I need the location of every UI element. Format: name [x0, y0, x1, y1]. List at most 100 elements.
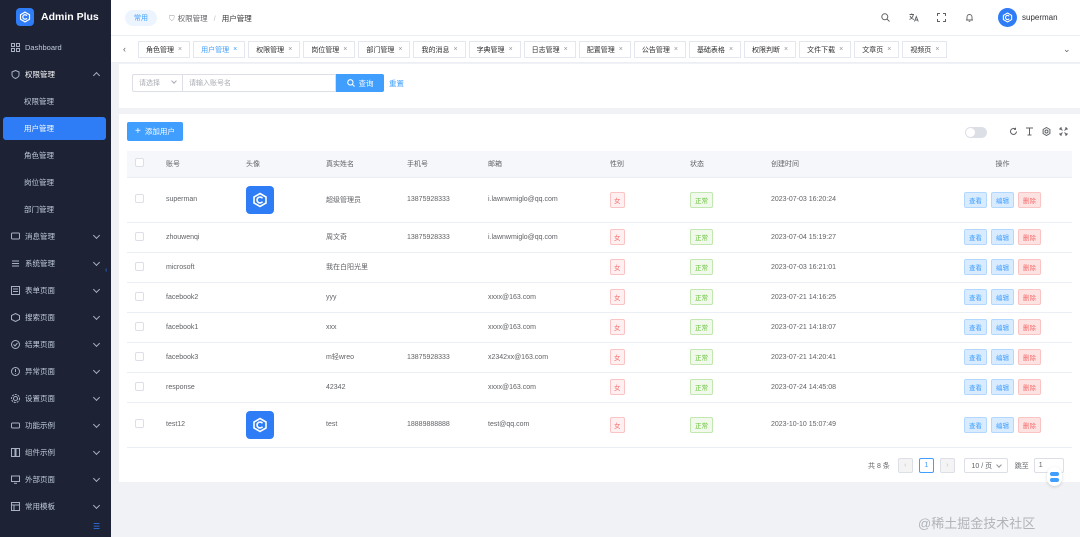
sidebar-item-system[interactable]: 系统管理: [0, 250, 111, 277]
delete-button[interactable]: 删除: [1018, 289, 1041, 305]
close-icon[interactable]: ×: [729, 46, 733, 53]
edit-button[interactable]: 编辑: [991, 229, 1014, 245]
sidebar-item-templates[interactable]: 常用模板: [0, 493, 111, 520]
close-icon[interactable]: ×: [839, 46, 843, 53]
sidebar-item-error-pages[interactable]: 异常页面: [0, 358, 111, 385]
field-select[interactable]: 请选择: [132, 74, 182, 92]
sidebar-item-permission[interactable]: 权限管理: [0, 61, 111, 88]
tab-tag[interactable]: 基础表格 ×: [688, 41, 742, 58]
tab-tag[interactable]: 岗位管理 ×: [303, 41, 356, 58]
delete-button[interactable]: 删除: [1018, 229, 1041, 245]
sidebar-item-messages[interactable]: 消息管理: [0, 223, 111, 250]
sidebar-item-result-pages[interactable]: 结果页面: [0, 331, 111, 358]
prev-page-button[interactable]: ‹: [897, 458, 913, 473]
view-button[interactable]: 查看: [964, 416, 987, 433]
edit-button[interactable]: 编辑: [991, 289, 1014, 305]
sidebar-item-external-pages[interactable]: 外部页面: [0, 466, 111, 493]
edit-button[interactable]: 编辑: [991, 191, 1014, 208]
row-checkbox[interactable]: [135, 231, 144, 241]
row-checkbox[interactable]: [135, 419, 144, 428]
tab-tag[interactable]: 公告管理 ×: [633, 41, 686, 58]
submenu-item-users[interactable]: 用户管理: [3, 117, 106, 140]
bell-icon[interactable]: [963, 11, 976, 24]
tab-tag[interactable]: 权限管理 ×: [248, 41, 301, 58]
row-checkbox[interactable]: [135, 321, 144, 331]
close-icon[interactable]: ×: [887, 46, 891, 53]
tab-tag[interactable]: 部门管理 ×: [358, 41, 411, 58]
sidebar-collapse-handle[interactable]: ‹: [105, 262, 111, 278]
sidebar-item-function-examples[interactable]: 功能示例: [0, 412, 111, 439]
page-size-select[interactable]: 10 / 页: [963, 458, 1008, 473]
close-icon[interactable]: ×: [288, 46, 292, 53]
edit-button[interactable]: 编辑: [991, 416, 1014, 433]
delete-button[interactable]: 删除: [1018, 349, 1041, 365]
edit-button[interactable]: 编辑: [991, 349, 1014, 365]
row-checkbox[interactable]: [135, 351, 144, 361]
delete-button[interactable]: 删除: [1018, 416, 1041, 433]
menu-fold-icon[interactable]: ☰: [93, 522, 100, 531]
fullscreen-icon[interactable]: [1058, 126, 1069, 137]
tab-tag[interactable]: 权限判断 ×: [744, 41, 797, 58]
sidebar-item-search-pages[interactable]: 搜索页面: [0, 304, 111, 331]
edit-button[interactable]: 编辑: [991, 319, 1014, 335]
logo[interactable]: Admin Plus: [0, 0, 111, 34]
close-icon[interactable]: ×: [564, 46, 568, 53]
theme-settings-toggle[interactable]: [1047, 467, 1062, 486]
row-checkbox[interactable]: [135, 291, 144, 301]
tab-tag[interactable]: 日志管理 ×: [523, 41, 576, 58]
submenu-item-posts[interactable]: 岗位管理: [0, 169, 111, 196]
sidebar-item-setting-pages[interactable]: 设置页面: [0, 385, 111, 412]
page-number[interactable]: 1: [918, 458, 934, 473]
view-button[interactable]: 查看: [964, 319, 987, 335]
sidebar-item-forms[interactable]: 表单页面: [0, 277, 111, 304]
close-icon[interactable]: ×: [343, 46, 347, 53]
view-button[interactable]: 查看: [964, 349, 987, 365]
view-button[interactable]: 查看: [964, 259, 987, 275]
close-icon[interactable]: ×: [784, 46, 788, 53]
reset-button[interactable]: 重置: [389, 78, 404, 89]
view-button[interactable]: 查看: [964, 379, 987, 395]
tab-tag[interactable]: 视频页 ×: [902, 41, 948, 58]
close-icon[interactable]: ×: [398, 46, 402, 53]
tab-tag[interactable]: 角色管理 ×: [138, 41, 191, 58]
sidebar-item-dashboard[interactable]: Dashboard: [0, 34, 111, 61]
close-icon[interactable]: ×: [453, 46, 457, 53]
close-icon[interactable]: ×: [233, 46, 237, 53]
tab-tag[interactable]: 我的消息 ×: [413, 41, 466, 58]
refresh-icon[interactable]: [1008, 126, 1019, 137]
chevron-left-icon[interactable]: ‹: [123, 44, 126, 54]
search-icon[interactable]: [879, 11, 892, 24]
view-button[interactable]: 查看: [964, 191, 987, 208]
tab-tag[interactable]: 文章页 ×: [854, 41, 900, 58]
edit-button[interactable]: 编辑: [991, 379, 1014, 395]
row-checkbox[interactable]: [135, 381, 144, 391]
delete-button[interactable]: 删除: [1018, 259, 1041, 275]
add-user-button[interactable]: + 添加用户: [127, 122, 183, 141]
close-icon[interactable]: ×: [178, 46, 182, 53]
tab-tag[interactable]: 字典管理 ×: [468, 41, 521, 58]
fullscreen-icon[interactable]: [935, 11, 948, 24]
search-button[interactable]: 查询: [336, 74, 384, 92]
close-icon[interactable]: ×: [935, 46, 939, 53]
submenu-item-departments[interactable]: 部门管理: [0, 196, 111, 223]
stripe-toggle[interactable]: [965, 127, 987, 138]
home-button[interactable]: 常用: [125, 10, 157, 26]
chevron-down-icon[interactable]: ⌄: [1063, 44, 1071, 55]
sidebar-item-component-examples[interactable]: 组件示例: [0, 439, 111, 466]
translate-icon[interactable]: [907, 11, 920, 24]
density-icon[interactable]: [1024, 126, 1035, 137]
close-icon[interactable]: ×: [509, 46, 513, 53]
view-button[interactable]: 查看: [964, 289, 987, 305]
delete-button[interactable]: 删除: [1018, 319, 1041, 335]
user-menu[interactable]: superman: [998, 8, 1058, 27]
view-button[interactable]: 查看: [964, 229, 987, 245]
tab-tag[interactable]: 文件下载 ×: [799, 41, 852, 58]
next-page-button[interactable]: ›: [939, 458, 955, 473]
edit-button[interactable]: 编辑: [991, 259, 1014, 275]
tab-tag[interactable]: 配置管理 ×: [578, 41, 631, 58]
breadcrumb-item[interactable]: 权限管理: [178, 13, 208, 24]
submenu-item-roles[interactable]: 角色管理: [0, 142, 111, 169]
close-icon[interactable]: ×: [674, 46, 678, 53]
tab-tag[interactable]: 用户管理 ×: [193, 41, 246, 58]
row-checkbox[interactable]: [135, 194, 144, 203]
